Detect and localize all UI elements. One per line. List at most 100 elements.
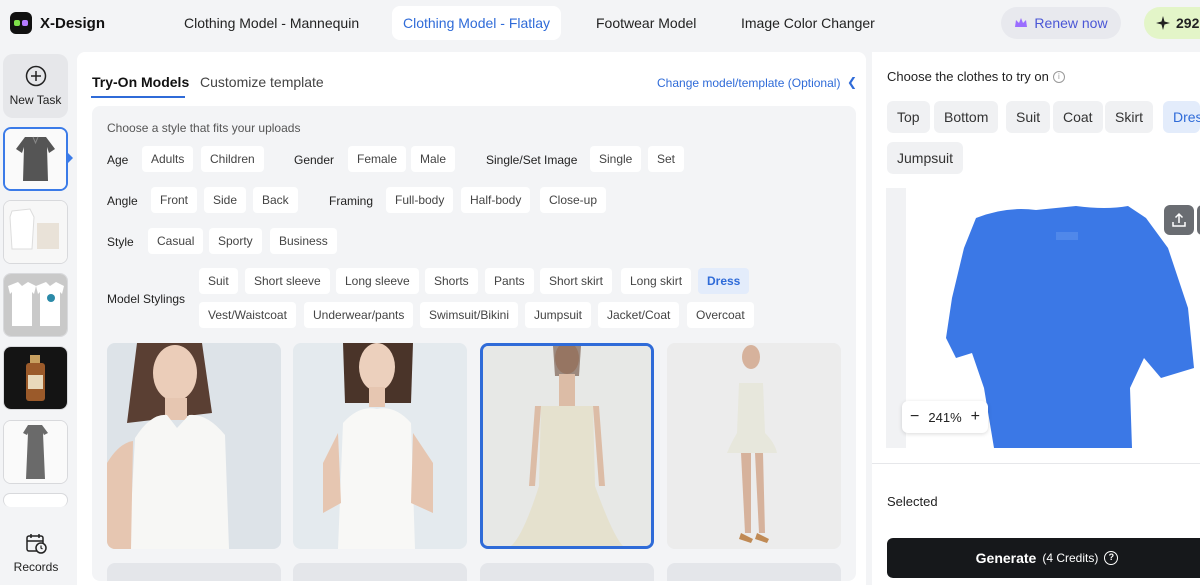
plus-circle-icon — [25, 65, 46, 87]
new-task-button[interactable]: New Task — [3, 54, 68, 118]
category-suit[interactable]: Suit — [1006, 101, 1051, 133]
model-card-partial[interactable] — [107, 563, 281, 581]
age-label: Age — [107, 153, 129, 167]
tab-footwear-model[interactable]: Footwear Model — [585, 6, 707, 40]
model-stylings-label: Model Stylings — [107, 292, 186, 306]
new-task-label: New Task — [9, 93, 62, 107]
gender-option-female[interactable]: Female — [348, 146, 407, 172]
category-top[interactable]: Top — [887, 101, 930, 133]
angle-option-back[interactable]: Back — [253, 187, 298, 213]
styling-option-short-sleeve[interactable]: Short sleeve — [245, 268, 330, 294]
model-card[interactable] — [667, 343, 841, 549]
single-set-option-single[interactable]: Single — [590, 146, 642, 172]
choose-clothes-title: Choose the clothes to try on i — [887, 69, 1065, 84]
generate-label: Generate — [975, 550, 1037, 566]
models-panel: Try-On Models Customize template Change … — [77, 52, 866, 585]
model-white-dress-2-image — [293, 343, 467, 549]
angle-label: Angle — [107, 194, 138, 208]
category-skirt[interactable]: Skirt — [1105, 101, 1153, 133]
model-card[interactable] — [293, 343, 467, 549]
styling-option-long-sleeve[interactable]: Long sleeve — [336, 268, 419, 294]
zoom-out-button[interactable]: − — [910, 408, 919, 426]
top-bar: X-Design Clothing Model - Mannequin Clot… — [0, 0, 1200, 48]
single-set-option-set[interactable]: Set — [648, 146, 685, 172]
zoom-level: 241% — [928, 409, 962, 425]
calendar-clock-icon — [26, 534, 47, 554]
tab-image-color-changer[interactable]: Image Color Changer — [730, 6, 886, 40]
info-icon[interactable]: i — [1052, 70, 1065, 83]
category-coat[interactable]: Coat — [1053, 101, 1103, 133]
styling-option-vest-waistcoat[interactable]: Vest/Waistcoat — [199, 302, 296, 328]
style-option-business[interactable]: Business — [270, 228, 337, 254]
upload-thumbnail[interactable] — [3, 200, 68, 264]
model-mini-dress-image — [667, 343, 841, 549]
sparkle-icon — [1156, 16, 1170, 30]
style-label: Style — [107, 235, 134, 249]
white-shirt-shorts-thumbnail — [4, 201, 67, 263]
chevron-left-icon[interactable]: ❮ — [847, 75, 857, 89]
angle-option-side[interactable]: Side — [204, 187, 247, 213]
change-model-template-link[interactable]: Change model/template (Optional) — [657, 76, 840, 90]
tab-customize-template[interactable]: Customize template — [200, 74, 324, 90]
renew-now-button[interactable]: Renew now — [1001, 7, 1121, 39]
clothes-panel: Choose the clothes to try on i Top Botto… — [872, 52, 1200, 585]
styling-option-long-skirt[interactable]: Long skirt — [621, 268, 692, 294]
help-icon[interactable]: ? — [1104, 551, 1119, 565]
framing-option-half-body[interactable]: Half-body — [461, 187, 531, 213]
zoom-in-button[interactable]: + — [971, 408, 980, 426]
upload-thumbnail[interactable] — [3, 273, 68, 337]
angle-option-front[interactable]: Front — [151, 187, 198, 213]
styling-option-suit[interactable]: Suit — [199, 268, 238, 294]
gender-option-male[interactable]: Male — [411, 146, 456, 172]
choose-clothes-label: Choose the clothes to try on — [887, 69, 1049, 84]
model-card-partial[interactable] — [667, 563, 841, 581]
category-jumpsuit[interactable]: Jumpsuit — [887, 142, 964, 174]
framing-option-full-body[interactable]: Full-body — [386, 187, 454, 213]
style-option-casual[interactable]: Casual — [148, 228, 204, 254]
styling-option-shorts[interactable]: Shorts — [425, 268, 478, 294]
category-bottom[interactable]: Bottom — [934, 101, 999, 133]
upload-thumbnail[interactable] — [3, 493, 68, 507]
upload-thumbnail[interactable] — [3, 127, 68, 191]
category-dress[interactable]: Dress — [1163, 101, 1200, 133]
style-option-sporty[interactable]: Sporty — [209, 228, 262, 254]
filter-hint: Choose a style that fits your uploads — [107, 121, 301, 135]
selected-label: Selected — [887, 494, 938, 509]
styling-option-dress[interactable]: Dress — [698, 268, 750, 294]
app-logo[interactable]: X-Design — [10, 12, 105, 34]
model-white-dress-1-image — [107, 343, 281, 549]
styling-option-swimsuit-bikini[interactable]: Swimsuit/Bikini — [420, 302, 519, 328]
upload-thumbnail[interactable] — [3, 346, 68, 410]
model-card[interactable] — [480, 343, 654, 549]
logo-icon — [10, 12, 32, 34]
age-option-adults[interactable]: Adults — [142, 146, 194, 172]
styling-option-short-skirt[interactable]: Short skirt — [540, 268, 613, 294]
model-card-partial[interactable] — [480, 563, 654, 581]
credits-count: 292 — [1176, 15, 1200, 31]
age-option-children[interactable]: Children — [201, 146, 264, 172]
tab-clothing-model-flatlay[interactable]: Clothing Model - Flatlay — [392, 6, 562, 40]
tab-clothing-model-mannequin[interactable]: Clothing Model - Mannequin — [173, 6, 370, 40]
renew-now-label: Renew now — [1034, 15, 1108, 31]
records-label: Records — [13, 560, 59, 574]
divider — [872, 463, 1200, 464]
framing-option-close-up[interactable]: Close-up — [540, 187, 607, 213]
gender-label: Gender — [294, 153, 335, 167]
generate-button[interactable]: Generate (4 Credits) ? — [887, 538, 1200, 578]
style-filter-box: Choose a style that fits your uploads Ag… — [92, 106, 856, 581]
styling-option-jacket-coat[interactable]: Jacket/Coat — [598, 302, 680, 328]
zoom-control: − 241% + — [902, 401, 988, 433]
tab-try-on-models[interactable]: Try-On Models — [92, 74, 189, 90]
upload-button[interactable] — [1164, 205, 1194, 235]
styling-option-jumpsuit[interactable]: Jumpsuit — [525, 302, 592, 328]
styling-option-underwear-pants[interactable]: Underwear/pants — [304, 302, 414, 328]
crown-icon — [1015, 18, 1028, 27]
records-button[interactable]: Records — [0, 532, 72, 574]
framing-label: Framing — [329, 194, 374, 208]
model-card-partial[interactable] — [293, 563, 467, 581]
styling-option-overcoat[interactable]: Overcoat — [687, 302, 754, 328]
upload-thumbnail[interactable] — [3, 420, 68, 484]
model-card[interactable] — [107, 343, 281, 549]
styling-option-pants[interactable]: Pants — [485, 268, 534, 294]
credits-balance[interactable]: 292 — [1144, 7, 1200, 39]
